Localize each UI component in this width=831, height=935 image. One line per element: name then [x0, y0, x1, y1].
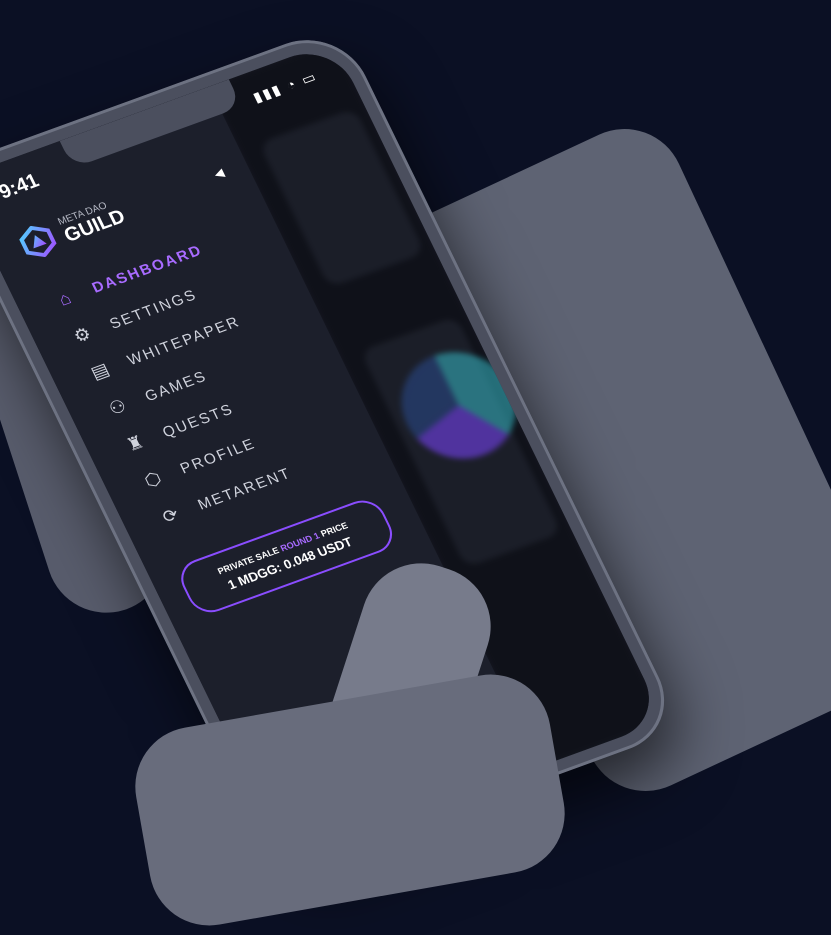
hand-front — [125, 665, 575, 935]
gear-icon: ⚙ — [70, 322, 95, 347]
logo[interactable]: META DAO GUILD — [14, 196, 129, 263]
scene: META DAO GUILD ◀ ⌂ DASHBOARD ⚙ SETTINGS — [0, 0, 831, 935]
logo-icon — [19, 225, 57, 258]
wifi-icon: ◔ — [283, 75, 301, 94]
profile-icon: ⬡ — [140, 467, 165, 491]
rent-icon: ⟳ — [158, 503, 182, 527]
collapse-drawer-icon[interactable]: ◀ — [212, 166, 227, 182]
quest-icon: ♜ — [123, 431, 148, 455]
gamepad-icon: ⚇ — [105, 394, 130, 419]
home-icon: ⌂ — [54, 287, 75, 310]
document-icon: ▤ — [87, 358, 113, 383]
